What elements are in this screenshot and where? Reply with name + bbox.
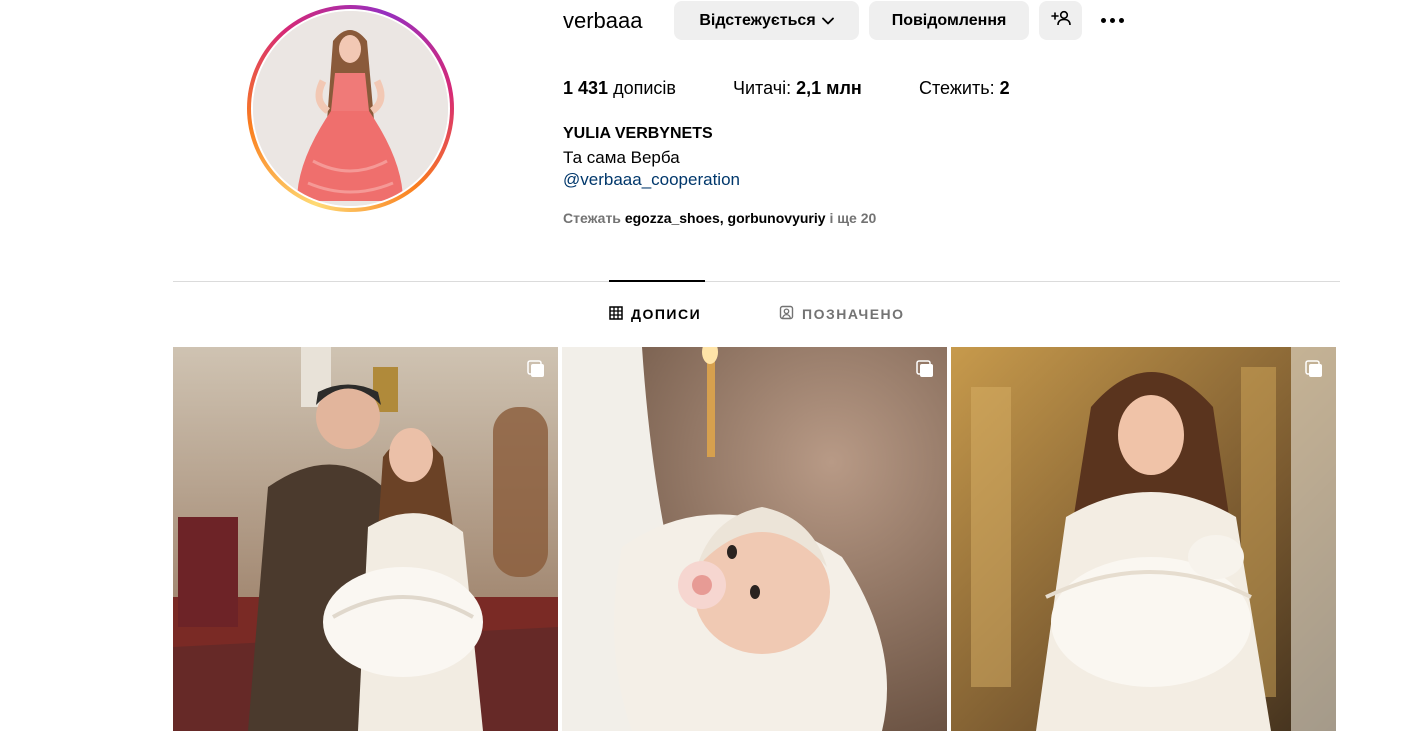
active-tab-indicator (609, 280, 705, 282)
followed-by-separator: , (719, 210, 724, 226)
post-photo (173, 347, 558, 731)
following-button[interactable]: Відстежується (674, 1, 859, 40)
suggested-users-button[interactable] (1039, 1, 1082, 40)
posts-count: 1 431 дописів (563, 76, 676, 100)
tab-tagged[interactable]: ПОЗНАЧЕНО (779, 303, 905, 325)
following-value: 2 (999, 78, 1010, 98)
multiple-photos-icon (526, 359, 546, 379)
message-button[interactable]: Повідомлення (869, 1, 1029, 40)
add-person-icon (1050, 10, 1071, 31)
tab-tagged-label: ПОЗНАЧЕНО (802, 306, 905, 322)
tagged-icon (779, 305, 794, 323)
followers-label: Читачі: (733, 78, 792, 98)
tab-posts-label: ДОПИСИ (631, 306, 702, 322)
following-button-label: Відстежується (699, 11, 816, 29)
tab-posts[interactable]: ДОПИСИ (609, 303, 701, 325)
posts-count-label: дописів (613, 78, 676, 98)
followed-by-prefix: Стежать (563, 210, 621, 226)
followed-by-suffix: і ще 20 (829, 210, 877, 226)
multiple-photos-icon (1304, 359, 1324, 379)
bio-mention-link[interactable]: @verbaaa_cooperation (563, 169, 740, 191)
following-count[interactable]: Стежить: 2 (919, 76, 1010, 100)
profile-username: verbaaa (563, 8, 643, 33)
followers-value: 2,1 млн (796, 78, 862, 98)
post-tile[interactable] (562, 347, 947, 731)
multiple-photos-icon (915, 359, 935, 379)
followed-by[interactable]: Стежать egozza_shoes, gorbunovyuriy і ще… (563, 208, 876, 228)
posts-count-value: 1 431 (563, 78, 609, 98)
avatar-photo (253, 11, 448, 206)
followed-by-user[interactable]: egozza_shoes (625, 210, 720, 226)
tabs-divider (173, 281, 1340, 282)
post-tile[interactable] (173, 347, 558, 731)
profile-bio: Та сама Верба (563, 148, 680, 167)
following-label: Стежить: (919, 78, 995, 98)
profile-avatar[interactable] (247, 5, 454, 212)
followers-count[interactable]: Читачі: 2,1 млн (733, 76, 862, 100)
grid-icon (609, 305, 623, 323)
chevron-down-icon (821, 12, 834, 30)
post-tile[interactable] (951, 347, 1336, 731)
post-photo (562, 347, 947, 731)
followed-by-user[interactable]: gorbunovyuriy (728, 210, 826, 226)
post-photo (951, 347, 1336, 731)
more-options-icon[interactable] (1096, 8, 1128, 32)
profile-full-name: YULIA VERBYNETS (563, 125, 713, 142)
